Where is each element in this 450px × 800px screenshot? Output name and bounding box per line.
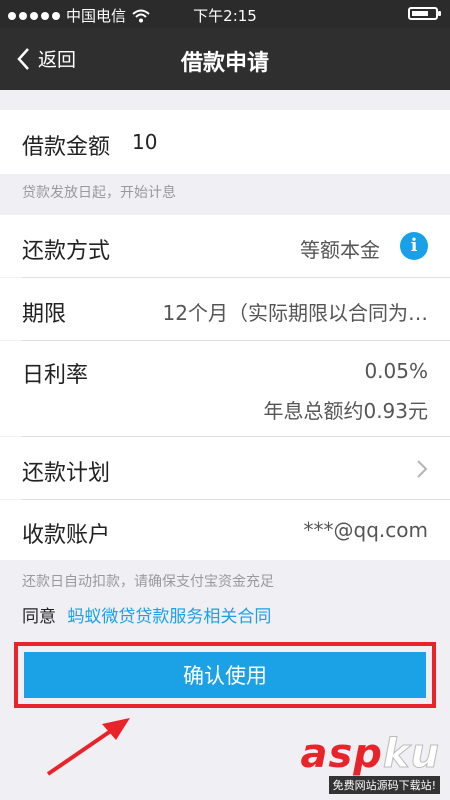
arrow-icon xyxy=(46,718,130,776)
info-icon[interactable]: i xyxy=(400,232,428,260)
confirm-button[interactable]: 确认使用 xyxy=(24,652,426,698)
term-value: 12个月（实际期限以合同为… xyxy=(162,301,428,325)
repay-method-value: 等额本金 xyxy=(300,238,380,262)
amount-row[interactable]: 借款金额 10 xyxy=(0,110,450,174)
account-value: ***@qq.com xyxy=(303,518,428,542)
page-title: 借款申请 xyxy=(180,51,269,76)
repay-method-row[interactable]: 还款方式 等额本金 i xyxy=(0,215,450,277)
watermark-tagline: 免费网站源码下载站! xyxy=(328,776,440,794)
amount-label: 借款金额 xyxy=(22,135,111,160)
status-bar: 中国电信 下午2:15 xyxy=(0,0,450,28)
contract-link[interactable]: 蚂蚁微贷贷款服务相关合同 xyxy=(67,607,271,627)
agree-line: 同意 蚂蚁微贷贷款服务相关合同 xyxy=(22,602,271,627)
daily-rate-label: 日利率 xyxy=(22,363,89,388)
nav-bar: 返回 借款申请 xyxy=(0,28,450,90)
repay-plan-label: 还款计划 xyxy=(22,461,111,486)
chevron-right-icon xyxy=(417,460,428,478)
status-time: 下午2:15 xyxy=(193,7,257,25)
account-row[interactable]: 收款账户 ***@qq.com xyxy=(0,500,450,560)
battery-icon xyxy=(408,7,441,20)
daily-rate-value: 0.05% xyxy=(364,359,428,383)
auto-deduct-note: 还款日自动扣款，请确保支付宝资金充足 xyxy=(22,574,274,590)
repay-method-label: 还款方式 xyxy=(22,239,111,264)
daily-rate-row: 日利率 0.05% 年息总额约0.93元 xyxy=(0,341,450,436)
term-row: 期限 12个月（实际期限以合同为… xyxy=(0,278,450,340)
amount-input[interactable]: 10 xyxy=(132,130,157,154)
highlight-box: 确认使用 xyxy=(14,642,436,708)
agree-prefix: 同意 xyxy=(22,607,56,627)
repay-plan-row[interactable]: 还款计划 xyxy=(0,437,450,499)
total-interest: 年息总额约0.93元 xyxy=(263,399,428,423)
watermark: aspku 免费网站源码下载站! xyxy=(300,734,440,794)
account-label: 收款账户 xyxy=(22,523,111,548)
watermark-logo: aspku xyxy=(300,731,440,777)
interest-note: 贷款发放日起，开始计息 xyxy=(22,185,176,201)
term-label: 期限 xyxy=(22,302,67,327)
